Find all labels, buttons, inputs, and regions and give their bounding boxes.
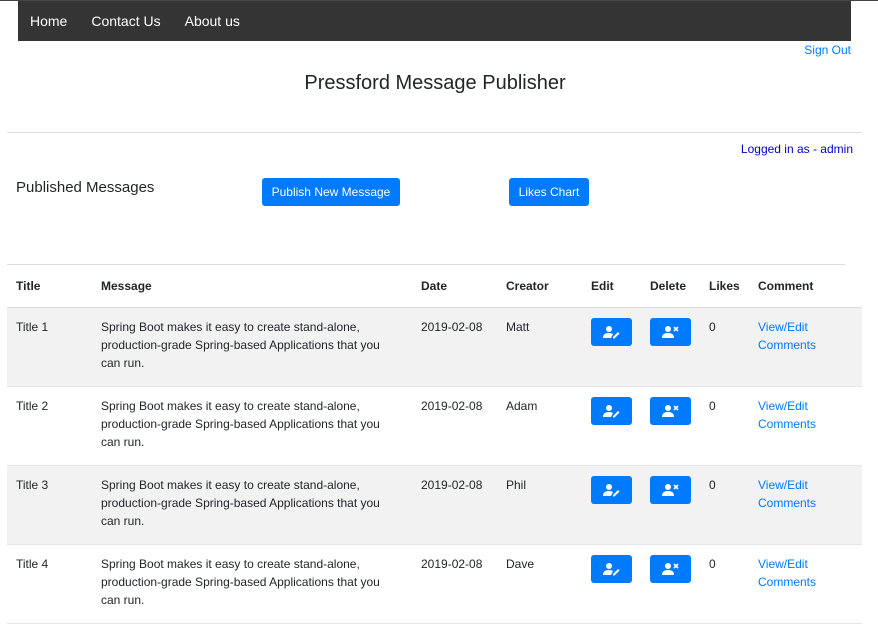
cell-comment: View/Edit Comments xyxy=(749,544,862,624)
cell-message: Spring Boot makes it easy to create stan… xyxy=(92,465,412,545)
edit-button[interactable] xyxy=(591,476,632,504)
edit-button[interactable] xyxy=(591,318,632,346)
table-header-row: Title Message Date Creator Edit Delete L… xyxy=(7,265,862,308)
cell-message: Spring Boot makes it easy to create stan… xyxy=(92,544,412,624)
delete-button[interactable] xyxy=(650,555,691,583)
user-remove-icon xyxy=(662,563,679,575)
cell-message: Spring Boot makes it easy to create stan… xyxy=(92,386,412,466)
cell-creator: Phil xyxy=(497,465,582,545)
publish-new-message-button[interactable]: Publish New Message xyxy=(262,178,400,206)
delete-button[interactable] xyxy=(650,397,691,425)
user-remove-icon xyxy=(662,405,679,417)
cell-creator: Dave xyxy=(497,544,582,624)
message-text: Spring Boot makes it easy to create stan… xyxy=(101,478,380,528)
cell-comment: View/Edit Comments xyxy=(749,307,862,387)
header-likes: Likes xyxy=(700,265,749,308)
cell-date: 2019-02-08 xyxy=(412,307,497,387)
cell-title: Title 1 xyxy=(7,307,92,387)
cell-delete xyxy=(641,307,700,387)
divider xyxy=(7,132,862,133)
user-remove-icon xyxy=(662,326,679,338)
cell-title: Title 4 xyxy=(7,544,92,624)
message-text: Spring Boot makes it easy to create stan… xyxy=(101,399,380,449)
delete-button[interactable] xyxy=(650,476,691,504)
messages-table: Title Message Date Creator Edit Delete L… xyxy=(7,265,862,624)
cell-creator: Matt xyxy=(497,307,582,387)
header-creator: Creator xyxy=(497,265,582,308)
message-text: Spring Boot makes it easy to create stan… xyxy=(101,557,380,607)
user-edit-icon xyxy=(603,326,620,339)
section-title: Published Messages xyxy=(16,179,155,196)
table-row: Title 3 Spring Boot makes it easy to cre… xyxy=(7,465,862,545)
view-edit-comments-link[interactable]: View/Edit Comments xyxy=(758,555,828,591)
cell-comment: View/Edit Comments xyxy=(749,386,862,466)
header-title: Title xyxy=(7,265,92,308)
header-edit: Edit xyxy=(582,265,641,308)
cell-edit xyxy=(582,307,641,387)
cell-delete xyxy=(641,386,700,466)
user-edit-icon xyxy=(603,563,620,576)
cell-message: Spring Boot makes it easy to create stan… xyxy=(92,307,412,387)
cell-likes: 0 xyxy=(700,465,749,545)
edit-button[interactable] xyxy=(591,397,632,425)
cell-likes: 0 xyxy=(700,386,749,466)
view-edit-comments-link[interactable]: View/Edit Comments xyxy=(758,318,828,354)
logged-in-status: Logged in as - admin xyxy=(740,142,853,156)
cell-delete xyxy=(641,544,700,624)
view-edit-comments-link[interactable]: View/Edit Comments xyxy=(758,476,828,512)
cell-edit xyxy=(582,544,641,624)
table-row: Title 4 Spring Boot makes it easy to cre… xyxy=(7,544,862,624)
user-remove-icon xyxy=(662,484,679,496)
header-date: Date xyxy=(412,265,497,308)
cell-edit xyxy=(582,386,641,466)
user-edit-icon xyxy=(603,405,620,418)
cell-title: Title 3 xyxy=(7,465,92,545)
cell-comment: View/Edit Comments xyxy=(749,465,862,545)
nav-contact-link[interactable]: Contact Us xyxy=(91,13,160,29)
message-text: Spring Boot makes it easy to create stan… xyxy=(101,320,380,370)
cell-creator: Adam xyxy=(497,386,582,466)
nav-home-link[interactable]: Home xyxy=(30,13,67,29)
edit-button[interactable] xyxy=(591,555,632,583)
cell-date: 2019-02-08 xyxy=(412,544,497,624)
navbar: Home Contact Us About us xyxy=(18,1,851,41)
header-message: Message xyxy=(92,265,412,308)
user-edit-icon xyxy=(603,484,620,497)
delete-button[interactable] xyxy=(650,318,691,346)
header-comment: Comment xyxy=(749,265,862,308)
table-row: Title 2 Spring Boot makes it easy to cre… xyxy=(7,386,862,466)
cell-delete xyxy=(641,465,700,545)
likes-chart-button[interactable]: Likes Chart xyxy=(509,178,589,206)
header-delete: Delete xyxy=(641,265,700,308)
nav-about-link[interactable]: About us xyxy=(185,13,240,29)
table-row: Title 1 Spring Boot makes it easy to cre… xyxy=(7,307,862,387)
view-edit-comments-link[interactable]: View/Edit Comments xyxy=(758,397,828,433)
cell-likes: 0 xyxy=(700,307,749,387)
sign-out-link[interactable]: Sign Out xyxy=(804,43,851,57)
page-title: Pressford Message Publisher xyxy=(304,72,566,94)
cell-likes: 0 xyxy=(700,544,749,624)
cell-edit xyxy=(582,465,641,545)
cell-date: 2019-02-08 xyxy=(412,386,497,466)
cell-date: 2019-02-08 xyxy=(412,465,497,545)
cell-title: Title 2 xyxy=(7,386,92,466)
